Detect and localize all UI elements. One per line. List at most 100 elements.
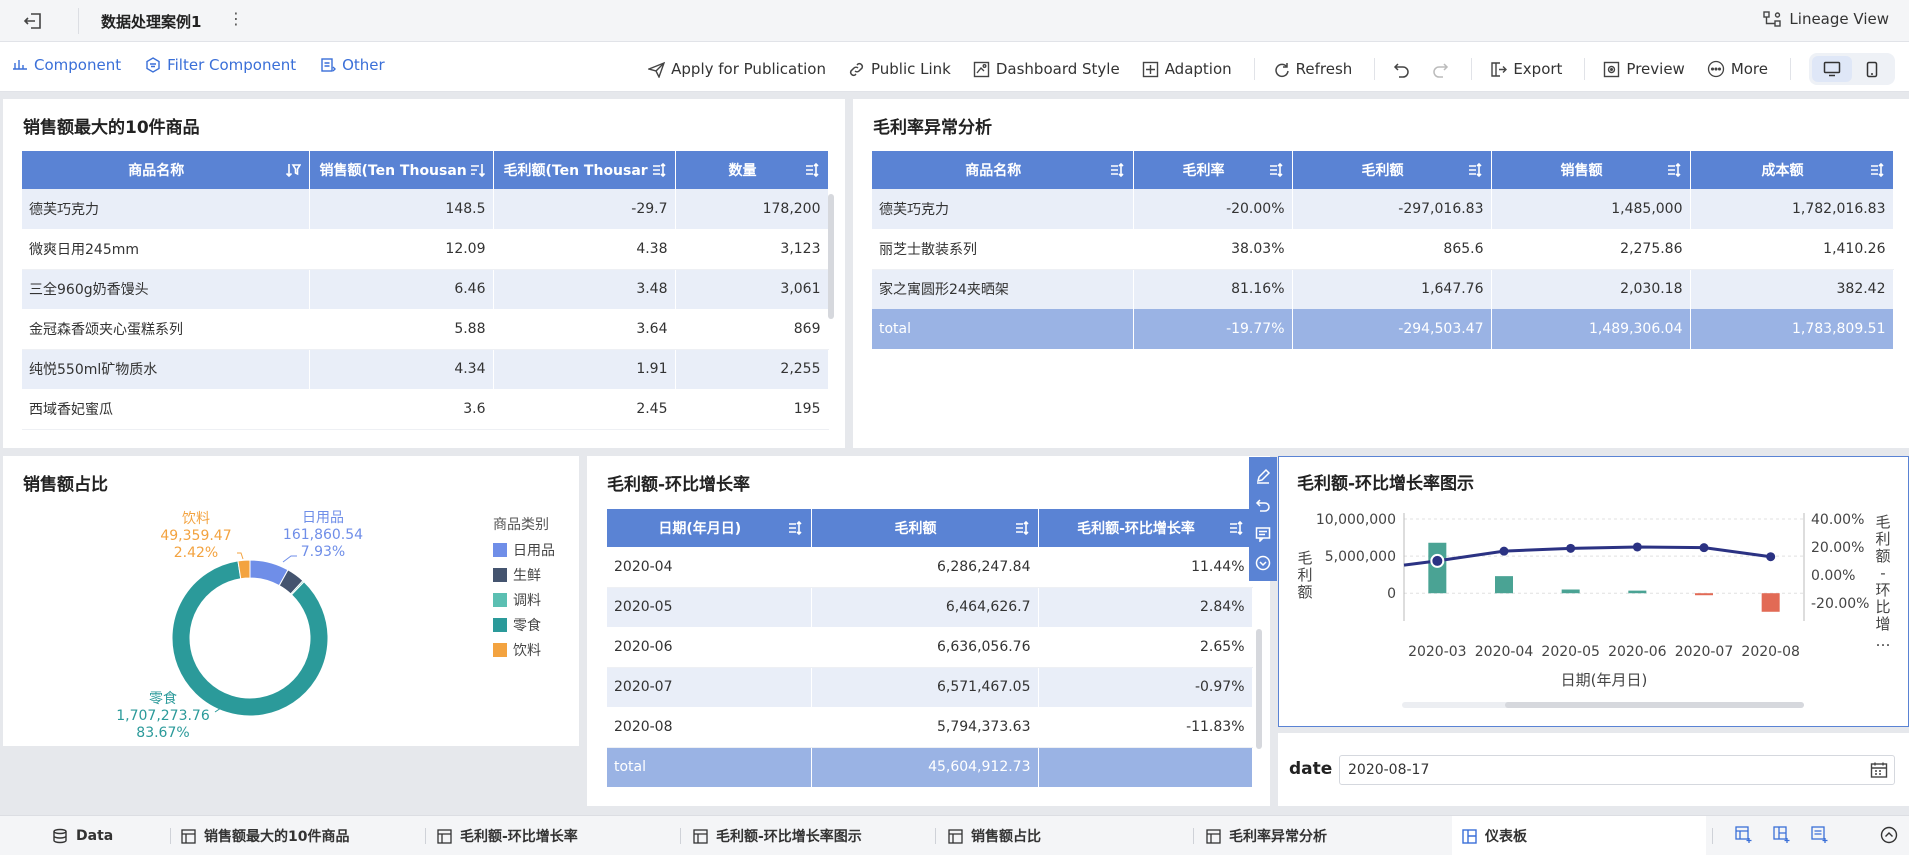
legend-label: 生鲜 (513, 568, 541, 584)
cell: -29.7 (493, 189, 676, 229)
legend-item[interactable]: 零食 (493, 615, 555, 635)
column-header[interactable]: 销售额 (1491, 151, 1691, 189)
more-button[interactable]: More (1707, 60, 1768, 78)
sort-icon[interactable] (651, 162, 667, 178)
undo-button[interactable] (1393, 61, 1410, 78)
column-header[interactable]: 数量 (675, 151, 829, 189)
sort-icon[interactable] (469, 162, 485, 178)
table-scrollbar[interactable] (1256, 629, 1262, 749)
chart-scroll-thumb[interactable] (1505, 702, 1804, 708)
dashboard-style-button[interactable]: Dashboard Style (973, 60, 1120, 78)
table-row[interactable]: 家之寓圆形24夹晒架 81.16% 1,647.76 2,030.18 382.42 (872, 269, 1894, 309)
column-header[interactable]: 毛利额 (1292, 151, 1492, 189)
legend-item[interactable]: 日用品 (493, 540, 555, 560)
adaption-button[interactable]: Adaption (1142, 60, 1232, 78)
table-row[interactable]: 西域香妃蜜瓜 3.6 2.45 195 (22, 389, 829, 430)
tab-growth-rate[interactable]: 毛利额-环比增长率 (437, 816, 578, 855)
legend-item[interactable]: 生鲜 (493, 565, 555, 585)
more-vertical-icon[interactable]: ⋮ (228, 9, 244, 28)
column-header[interactable]: 销售额(Ten Thousan (309, 151, 494, 189)
line-point[interactable] (1499, 546, 1509, 556)
table-row[interactable]: 三全960g奶香馒头 6.46 3.48 3,061 (22, 269, 829, 309)
public-link-button[interactable]: Public Link (848, 60, 951, 78)
bar[interactable] (1628, 590, 1647, 594)
preview-button[interactable]: Preview (1603, 60, 1685, 78)
table-row[interactable]: 2020-07 6,571,467.05 -0.97% (607, 667, 1253, 707)
table-row[interactable]: 丽芝士散装系列 38.03% 865.6 2,275.86 1,410.26 (872, 229, 1894, 270)
add-table-icon[interactable] (1735, 826, 1753, 848)
bar[interactable] (1761, 593, 1780, 612)
line-point[interactable] (1766, 552, 1776, 562)
sort-filter-icon[interactable] (285, 162, 301, 178)
column-header[interactable]: 毛利额-环比增长率 (1038, 509, 1253, 547)
column-header[interactable]: 日期(年月日) (607, 509, 812, 547)
table-row[interactable]: 2020-04 6,286,247.84 11.44% (607, 547, 1253, 588)
sort-icon[interactable] (787, 520, 803, 536)
table-row[interactable]: 微爽日用245mm 12.09 4.38 3,123 (22, 229, 829, 270)
column-header[interactable]: 商品名称 (22, 151, 310, 189)
column-header[interactable]: 商品名称 (872, 151, 1134, 189)
comment-icon[interactable] (1253, 524, 1273, 544)
sort-icon[interactable] (1109, 162, 1125, 178)
add-report-icon[interactable] (1811, 826, 1829, 848)
tab-sales-share[interactable]: 销售额占比 (948, 816, 1041, 855)
refresh-button[interactable]: Refresh (1273, 60, 1352, 78)
sort-icon[interactable] (804, 162, 820, 178)
table-row[interactable]: 纯悦550ml矿物质水 4.34 1.91 2,255 (22, 349, 829, 389)
table-scrollbar[interactable] (828, 194, 834, 319)
sort-icon[interactable] (1467, 162, 1483, 178)
sort-icon[interactable] (1869, 162, 1885, 178)
date-filter-input[interactable]: 2020-08-17 (1339, 755, 1895, 785)
edit-icon[interactable] (1253, 466, 1273, 486)
column-header[interactable]: 成本额 (1690, 151, 1894, 189)
toolbar: Component Filter Component Other Apply f… (0, 42, 1909, 92)
apply-publication-button[interactable]: Apply for Publication (648, 60, 826, 78)
sort-icon[interactable] (1268, 162, 1284, 178)
column-header[interactable]: 毛利额(Ten Thousar (493, 151, 676, 189)
add-dashboard-icon[interactable] (1773, 826, 1791, 848)
tab-margin-anomaly[interactable]: 毛利率异常分析 (1206, 816, 1327, 855)
sort-icon[interactable] (1666, 162, 1682, 178)
component-button[interactable]: Component (12, 56, 121, 74)
donut-slice[interactable] (171, 560, 329, 717)
export-button[interactable]: Export (1490, 60, 1562, 78)
table-row[interactable]: 2020-08 5,794,373.63 -11.83% (607, 707, 1253, 748)
collapse-up-icon[interactable] (1880, 826, 1898, 848)
line-point[interactable] (1632, 542, 1642, 552)
redo-button[interactable] (1432, 61, 1449, 78)
sort-icon[interactable] (1014, 520, 1030, 536)
tab-top10-products[interactable]: 销售额最大的10件商品 (181, 816, 349, 855)
table-row[interactable]: 德芙巧克力 148.5 -29.7 178,200 (22, 189, 829, 229)
data-tab[interactable]: Data (52, 816, 113, 855)
undo-widget-icon[interactable] (1253, 495, 1273, 515)
line-point[interactable] (1699, 543, 1709, 553)
other-button[interactable]: Other (320, 56, 385, 74)
legend-item[interactable]: 饮料 (493, 640, 555, 660)
bar[interactable] (1428, 542, 1447, 594)
table-row[interactable]: 2020-05 6,464,626.7 2.84% (607, 587, 1253, 627)
table-row[interactable]: 2020-06 6,636,056.76 2.65% (607, 627, 1253, 668)
tab-growth-chart[interactable]: 毛利额-环比增长率图示 (693, 816, 862, 855)
back-icon[interactable] (22, 10, 52, 32)
line-point[interactable] (1430, 553, 1445, 568)
table-row[interactable]: 金冠森香颂夹心蛋糕系列 5.88 3.64 869 (22, 309, 829, 350)
sort-icon[interactable] (1228, 520, 1244, 536)
column-header[interactable]: 毛利额 (811, 509, 1039, 547)
bar[interactable] (1695, 593, 1713, 596)
calendar-icon[interactable] (1870, 761, 1888, 779)
column-header[interactable]: 毛利率 (1133, 151, 1293, 189)
table-icon (437, 828, 452, 844)
desktop-view-button[interactable] (1812, 56, 1852, 82)
cell: 4.34 (309, 349, 494, 389)
bar[interactable] (1561, 589, 1580, 594)
bar[interactable] (1495, 576, 1513, 594)
lineage-view-button[interactable]: Lineage View (1763, 10, 1889, 28)
collapse-down-icon[interactable] (1253, 553, 1273, 573)
filter-component-button[interactable]: Filter Component (145, 56, 296, 74)
table-row[interactable]: 德芙巧克力 -20.00% -297,016.83 1,485,000 1,782,01… (872, 189, 1894, 229)
mobile-view-button[interactable] (1852, 56, 1892, 82)
tab-dashboard[interactable]: 仪表板 (1452, 816, 1706, 855)
line-point[interactable] (1566, 543, 1576, 553)
legend-item[interactable]: 调料 (493, 590, 555, 610)
cell: 1,485,000 (1491, 189, 1691, 229)
